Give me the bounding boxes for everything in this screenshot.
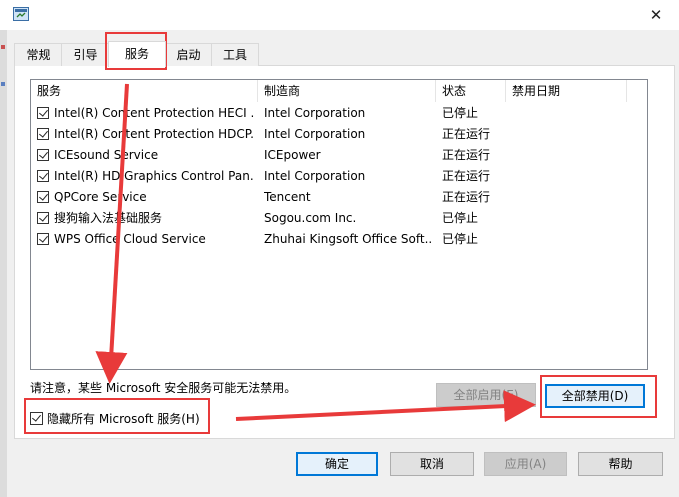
close-button[interactable]: ✕ — [633, 0, 679, 30]
list-header: 服务 制造商 状态 禁用日期 — [31, 80, 647, 102]
service-vendor: Tencent — [264, 190, 311, 204]
table-row[interactable]: Intel(R) Content Protection HDCP... Inte… — [31, 124, 647, 145]
service-vendor: ICEpower — [264, 148, 321, 162]
ok-button[interactable]: 确定 — [296, 452, 378, 476]
tab-general[interactable]: 常规 — [14, 43, 63, 66]
close-icon: ✕ — [649, 6, 663, 24]
column-header-disabled-date[interactable]: 禁用日期 — [506, 80, 627, 102]
service-status: 正在运行 — [442, 169, 491, 183]
column-header-status[interactable]: 状态 — [436, 80, 506, 102]
service-vendor: Intel Corporation — [264, 106, 366, 120]
table-row[interactable]: WPS Office Cloud Service Zhuhai Kingsoft… — [31, 229, 647, 250]
service-vendor: Zhuhai Kingsoft Office Soft... — [264, 232, 432, 246]
service-name: Intel(R) Content Protection HDCP... — [54, 127, 254, 141]
help-button[interactable]: 帮助 — [578, 452, 663, 476]
tab-boot[interactable]: 引导 — [61, 43, 110, 66]
service-name: Intel(R) HD Graphics Control Pan... — [54, 169, 254, 183]
service-name: 搜狗输入法基础服务 — [54, 211, 163, 225]
service-name: WPS Office Cloud Service — [54, 232, 206, 246]
column-header-manufacturer[interactable]: 制造商 — [258, 80, 436, 102]
tab-services[interactable]: 服务 — [108, 41, 166, 67]
service-vendor: Intel Corporation — [264, 169, 366, 183]
service-status: 已停止 — [442, 106, 479, 120]
service-status: 已停止 — [442, 232, 479, 246]
service-checkbox[interactable] — [37, 212, 49, 224]
msconfig-icon — [13, 7, 29, 21]
service-status: 正在运行 — [442, 190, 491, 204]
service-checkbox[interactable] — [37, 233, 49, 245]
table-row[interactable]: ICEsound Service ICEpower 正在运行 — [31, 145, 647, 166]
tab-tools[interactable]: 工具 — [211, 43, 259, 66]
table-row[interactable]: Intel(R) HD Graphics Control Pan... Inte… — [31, 166, 647, 187]
service-name: ICEsound Service — [54, 148, 159, 162]
table-row[interactable]: Intel(R) Content Protection HECI ... Int… — [31, 103, 647, 124]
service-vendor: Intel Corporation — [264, 127, 366, 141]
service-checkbox[interactable] — [37, 107, 49, 119]
service-status: 正在运行 — [442, 148, 491, 162]
service-checkbox[interactable] — [37, 128, 49, 140]
service-checkbox[interactable] — [37, 191, 49, 203]
service-name: QPCore Service — [54, 190, 147, 204]
disable-all-button[interactable]: 全部禁用(D) — [545, 384, 645, 408]
service-checkbox[interactable] — [37, 149, 49, 161]
service-status: 正在运行 — [442, 127, 491, 141]
security-services-note: 请注意，某些 Microsoft 安全服务可能无法禁用。 — [30, 381, 297, 395]
title-bar: ✕ — [0, 0, 679, 30]
table-row[interactable]: QPCore Service Tencent 正在运行 — [31, 187, 647, 208]
cancel-button[interactable]: 取消 — [390, 452, 474, 476]
table-row[interactable]: 搜狗输入法基础服务 Sogou.com Inc. 已停止 — [31, 208, 647, 229]
hide-microsoft-services-checkbox[interactable] — [30, 412, 43, 425]
enable-all-button[interactable]: 全部启用(E) — [436, 383, 536, 407]
service-status: 已停止 — [442, 211, 479, 225]
service-checkbox[interactable] — [37, 170, 49, 182]
background-window-edge — [0, 30, 7, 497]
apply-button[interactable]: 应用(A) — [484, 452, 567, 476]
hide-microsoft-services-label: 隐藏所有 Microsoft 服务(H) — [47, 412, 200, 426]
service-name: Intel(R) Content Protection HECI ... — [54, 106, 254, 120]
services-list[interactable]: 服务 制造商 状态 禁用日期 Intel(R) Content Protecti… — [30, 79, 648, 370]
column-header-service[interactable]: 服务 — [31, 80, 258, 102]
tab-startup[interactable]: 启动 — [164, 43, 213, 66]
service-vendor: Sogou.com Inc. — [264, 211, 357, 225]
